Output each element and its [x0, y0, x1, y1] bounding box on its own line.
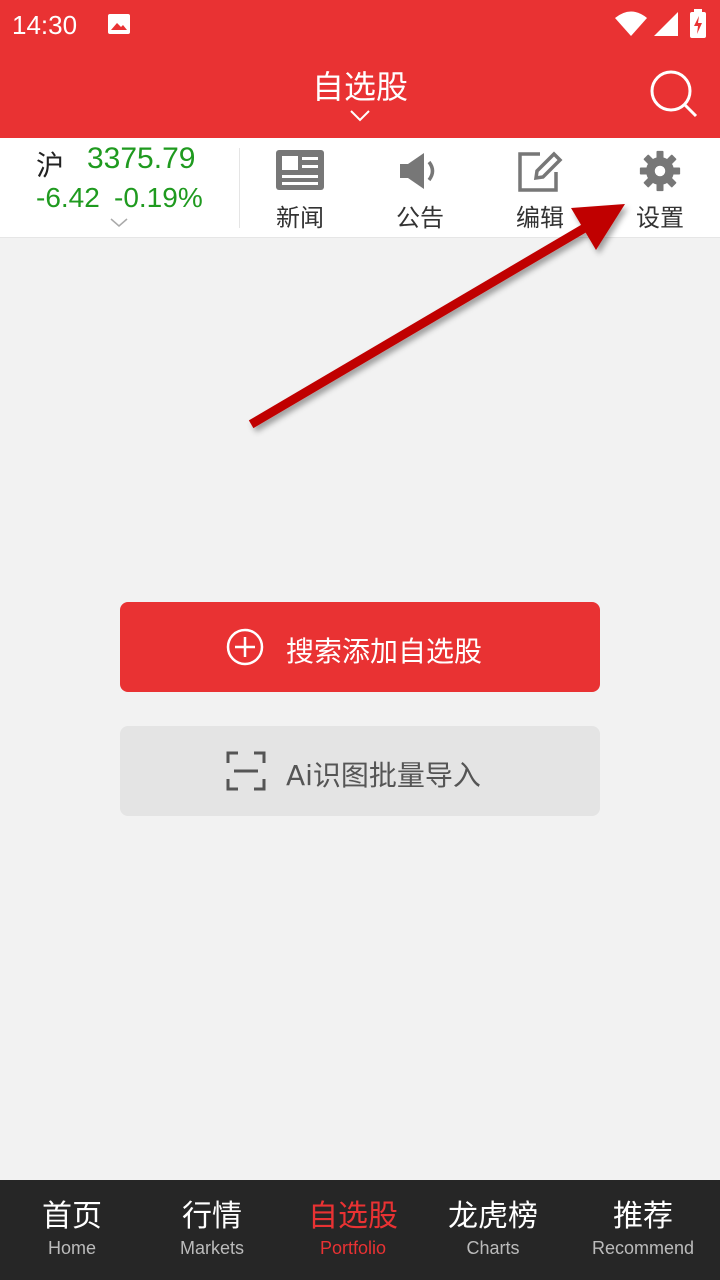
search-icon[interactable] — [648, 68, 700, 120]
bottom-nav: 首页 Home 行情 Markets 自选股 Portfolio 龙虎榜 Cha… — [0, 1180, 720, 1280]
signal-icon — [654, 12, 678, 36]
news-icon — [276, 150, 324, 190]
announcement-button[interactable]: 公告 — [360, 138, 480, 238]
nav-markets[interactable]: 行情 Markets — [140, 1180, 284, 1280]
ai-image-import-label: Ai识图批量导入 — [286, 759, 481, 792]
nav-charts[interactable]: 龙虎榜 Charts — [421, 1180, 565, 1280]
index-change-pct: -0.19% — [114, 182, 203, 213]
gear-icon — [639, 150, 681, 192]
search-add-stock-label: 搜索添加自选股 — [286, 635, 483, 668]
settings-button[interactable]: 设置 — [600, 138, 720, 238]
nav-label: 龙虎榜 — [448, 1199, 538, 1234]
nav-home[interactable]: 首页 Home — [0, 1180, 144, 1280]
status-bar: 14:30 — [0, 0, 720, 50]
nav-label: 自选股 — [308, 1199, 398, 1234]
status-time: 14:30 — [12, 10, 78, 40]
nav-sublabel: Portfolio — [319, 1238, 387, 1258]
announcement-label: 公告 — [396, 204, 444, 232]
nav-label: 行情 — [182, 1199, 242, 1234]
news-button[interactable]: 新闻 — [240, 138, 360, 238]
title-bar: 自选股 — [0, 50, 720, 138]
index-name: 沪 — [36, 149, 65, 182]
wifi-icon — [615, 11, 647, 36]
index-value: 3375.79 — [87, 142, 196, 175]
nav-label: 推荐 — [613, 1199, 673, 1234]
nav-sublabel: Charts — [466, 1238, 520, 1258]
edit-button[interactable]: 编辑 — [480, 138, 600, 238]
image-icon — [108, 14, 130, 34]
index-quote[interactable]: 沪 3375.79 -6.42 -0.19% — [0, 138, 240, 238]
portfolio-toolbar: 沪 3375.79 -6.42 -0.19% 新闻 公告 编辑 设置 — [0, 138, 720, 238]
nav-recommend[interactable]: 推荐 Recommend — [571, 1180, 715, 1280]
page-title[interactable]: 自选股 — [0, 62, 720, 108]
edit-icon — [518, 151, 563, 192]
nav-sublabel: Home — [47, 1238, 96, 1258]
ai-image-import-button[interactable]: Ai识图批量导入 — [120, 726, 600, 816]
add-circle-icon — [226, 628, 264, 666]
nav-sublabel: Recommend — [591, 1238, 695, 1258]
nav-label: 首页 — [42, 1199, 102, 1234]
edit-label: 编辑 — [516, 204, 564, 232]
settings-label: 设置 — [636, 204, 684, 232]
scan-icon — [226, 751, 266, 791]
index-change: -6.42 — [36, 182, 100, 213]
search-add-stock-button[interactable]: 搜索添加自选股 — [120, 602, 600, 692]
chevron-down-icon — [110, 218, 128, 227]
battery-icon — [690, 9, 706, 38]
news-label: 新闻 — [276, 204, 324, 232]
speaker-icon — [400, 153, 435, 189]
nav-sublabel: Markets — [179, 1238, 244, 1258]
nav-portfolio[interactable]: 自选股 Portfolio — [281, 1180, 425, 1280]
chevron-down-icon[interactable] — [350, 110, 370, 122]
